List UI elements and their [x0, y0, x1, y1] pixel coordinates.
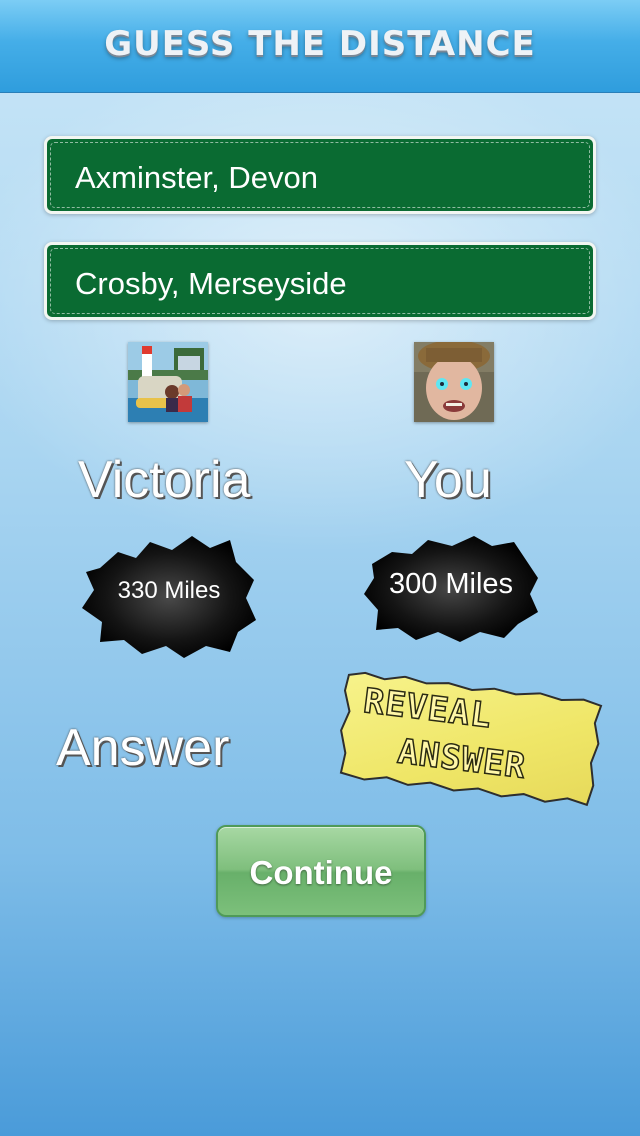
opponent-guess-badge: 330 Miles — [80, 528, 258, 660]
opponent-avatar — [128, 342, 208, 422]
continue-button[interactable]: Continue — [216, 825, 426, 917]
player-guess-value: 300 Miles — [388, 568, 514, 600]
reveal-answer-button[interactable]: REVEAL ANSWER — [332, 668, 605, 809]
continue-button-label: Continue — [249, 854, 393, 891]
location-from: Axminster, Devon — [44, 136, 596, 214]
player-name: You — [404, 451, 492, 509]
location-from-label: Axminster, Devon — [75, 160, 318, 195]
location-to-label: Crosby, Merseyside — [75, 266, 347, 301]
opponent-name: Victoria — [78, 451, 251, 509]
answer-label: Answer — [56, 719, 230, 777]
opponent-guess-value: 330 Miles — [117, 577, 221, 604]
player-avatar — [414, 342, 494, 422]
header-bar: GUESS THE DISTANCE — [0, 0, 640, 93]
player-guess-badge: 300 Miles — [362, 532, 540, 644]
location-to: Crosby, Merseyside — [44, 242, 596, 320]
face-photo-icon — [414, 342, 494, 422]
boat-photo-icon — [128, 342, 208, 422]
page-title: GUESS THE DISTANCE — [104, 24, 536, 64]
